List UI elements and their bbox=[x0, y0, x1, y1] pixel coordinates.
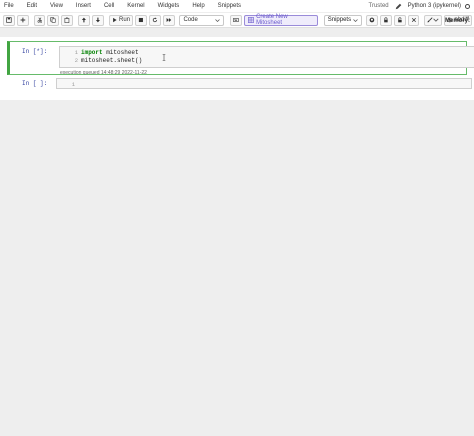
trusted-indicator[interactable]: Trusted bbox=[369, 3, 389, 9]
menu-snippets[interactable]: Snippets bbox=[218, 3, 241, 9]
menu-file[interactable]: File bbox=[4, 3, 14, 9]
menu-edit[interactable]: Edit bbox=[27, 3, 37, 9]
code-editor[interactable]: 1 bbox=[56, 78, 472, 89]
code-line-1: import mitosheet bbox=[81, 49, 139, 56]
paste-button[interactable] bbox=[61, 14, 74, 26]
line-number: 1 bbox=[71, 81, 75, 88]
menu-widgets[interactable]: Widgets bbox=[158, 3, 180, 9]
menubar: File Edit View Insert Cell Kernel Widget… bbox=[0, 0, 474, 12]
cell-type-value: Code bbox=[183, 17, 198, 23]
restart-run-all-button[interactable] bbox=[162, 14, 175, 26]
cell-prompt: In [ ]: bbox=[22, 80, 48, 87]
menu-help[interactable]: Help bbox=[192, 3, 204, 9]
line-number: 2 bbox=[74, 57, 78, 64]
insert-cell-button[interactable] bbox=[16, 14, 29, 26]
cell-type-select[interactable]: Code bbox=[179, 14, 225, 26]
unlock-icon bbox=[397, 17, 402, 23]
github-button[interactable] bbox=[366, 14, 378, 26]
plus-icon bbox=[20, 17, 26, 23]
code-cell-selected[interactable]: In [*]: 1 import mitosheet 2 mitosheet.s… bbox=[7, 41, 474, 76]
menu-insert[interactable]: Insert bbox=[76, 3, 91, 9]
disconnect-button[interactable] bbox=[407, 14, 420, 26]
create-mitosheet-button[interactable]: Create New Mitosheet bbox=[244, 14, 318, 26]
menu-kernel[interactable]: Kernel bbox=[127, 3, 144, 9]
chevron-down-icon bbox=[215, 18, 221, 22]
scissors-icon bbox=[37, 17, 42, 23]
lock-icon bbox=[384, 17, 388, 23]
save-icon bbox=[6, 17, 12, 23]
grid-icon bbox=[248, 17, 255, 23]
chevron-down-icon bbox=[433, 18, 439, 22]
play-icon bbox=[112, 17, 117, 23]
restart-button[interactable] bbox=[148, 14, 161, 26]
snippets-select[interactable]: Snippets bbox=[323, 14, 363, 26]
fast-forward-icon bbox=[166, 17, 171, 23]
snippets-label: Snippets bbox=[327, 17, 352, 23]
run-button[interactable]: Run bbox=[108, 14, 134, 26]
kernel-idle-icon bbox=[465, 3, 470, 9]
memory-indicator: Memory: bbox=[444, 17, 470, 24]
keyboard-icon bbox=[233, 18, 240, 22]
cell-prompt: In [*]: bbox=[22, 48, 48, 55]
code-line-2: mitosheet.sheet() bbox=[81, 57, 142, 64]
move-down-button[interactable] bbox=[91, 14, 104, 26]
execution-status: execution queued 14:48:29 2022-11-22 bbox=[60, 70, 147, 76]
copy-button[interactable] bbox=[47, 14, 60, 26]
kernel-name: Python 3 (ipykernel) bbox=[407, 3, 461, 9]
lock-button[interactable] bbox=[379, 14, 392, 26]
code-keyword: import bbox=[81, 49, 103, 56]
interrupt-button[interactable] bbox=[135, 14, 147, 26]
code-editor[interactable]: 1 import mitosheet 2 mitosheet.sheet() bbox=[59, 46, 474, 68]
unlock-button[interactable] bbox=[393, 14, 406, 26]
stop-icon bbox=[138, 17, 144, 23]
create-mitosheet-label: Create New Mitosheet bbox=[256, 14, 288, 26]
copy-icon bbox=[50, 17, 56, 23]
code-text: mitosheet bbox=[102, 49, 139, 56]
code-text: mitosheet.sheet() bbox=[81, 57, 143, 64]
run-label: Run bbox=[119, 17, 131, 23]
arrow-up-icon bbox=[81, 17, 86, 23]
text-cursor-icon bbox=[162, 54, 166, 61]
menu-items: File Edit View Insert Cell Kernel Widget… bbox=[0, 3, 254, 9]
cross-icon bbox=[411, 17, 416, 23]
paste-icon bbox=[64, 17, 70, 23]
line-number: 1 bbox=[74, 49, 78, 56]
notebook-container: In [*]: 1 import mitosheet 2 mitosheet.s… bbox=[0, 37, 474, 100]
command-palette-button[interactable] bbox=[230, 14, 243, 26]
arrow-down-icon bbox=[95, 17, 100, 23]
menu-view[interactable]: View bbox=[50, 3, 63, 9]
pencil-icon[interactable] bbox=[395, 3, 402, 10]
format-button[interactable] bbox=[424, 14, 442, 26]
code-cell[interactable]: In [ ]: 1 bbox=[7, 77, 472, 90]
menu-cell[interactable]: Cell bbox=[104, 3, 114, 9]
chevron-down-icon bbox=[353, 18, 358, 22]
kernel-status-area: Trusted Python 3 (ipykernel) bbox=[369, 0, 470, 12]
cut-button[interactable] bbox=[33, 14, 46, 26]
toolbar: Run Code Create New Mitosheet Snippets n… bbox=[0, 13, 474, 28]
move-up-button[interactable] bbox=[77, 14, 90, 26]
refresh-icon bbox=[152, 17, 157, 23]
save-button[interactable] bbox=[3, 14, 15, 26]
github-icon bbox=[369, 17, 375, 23]
